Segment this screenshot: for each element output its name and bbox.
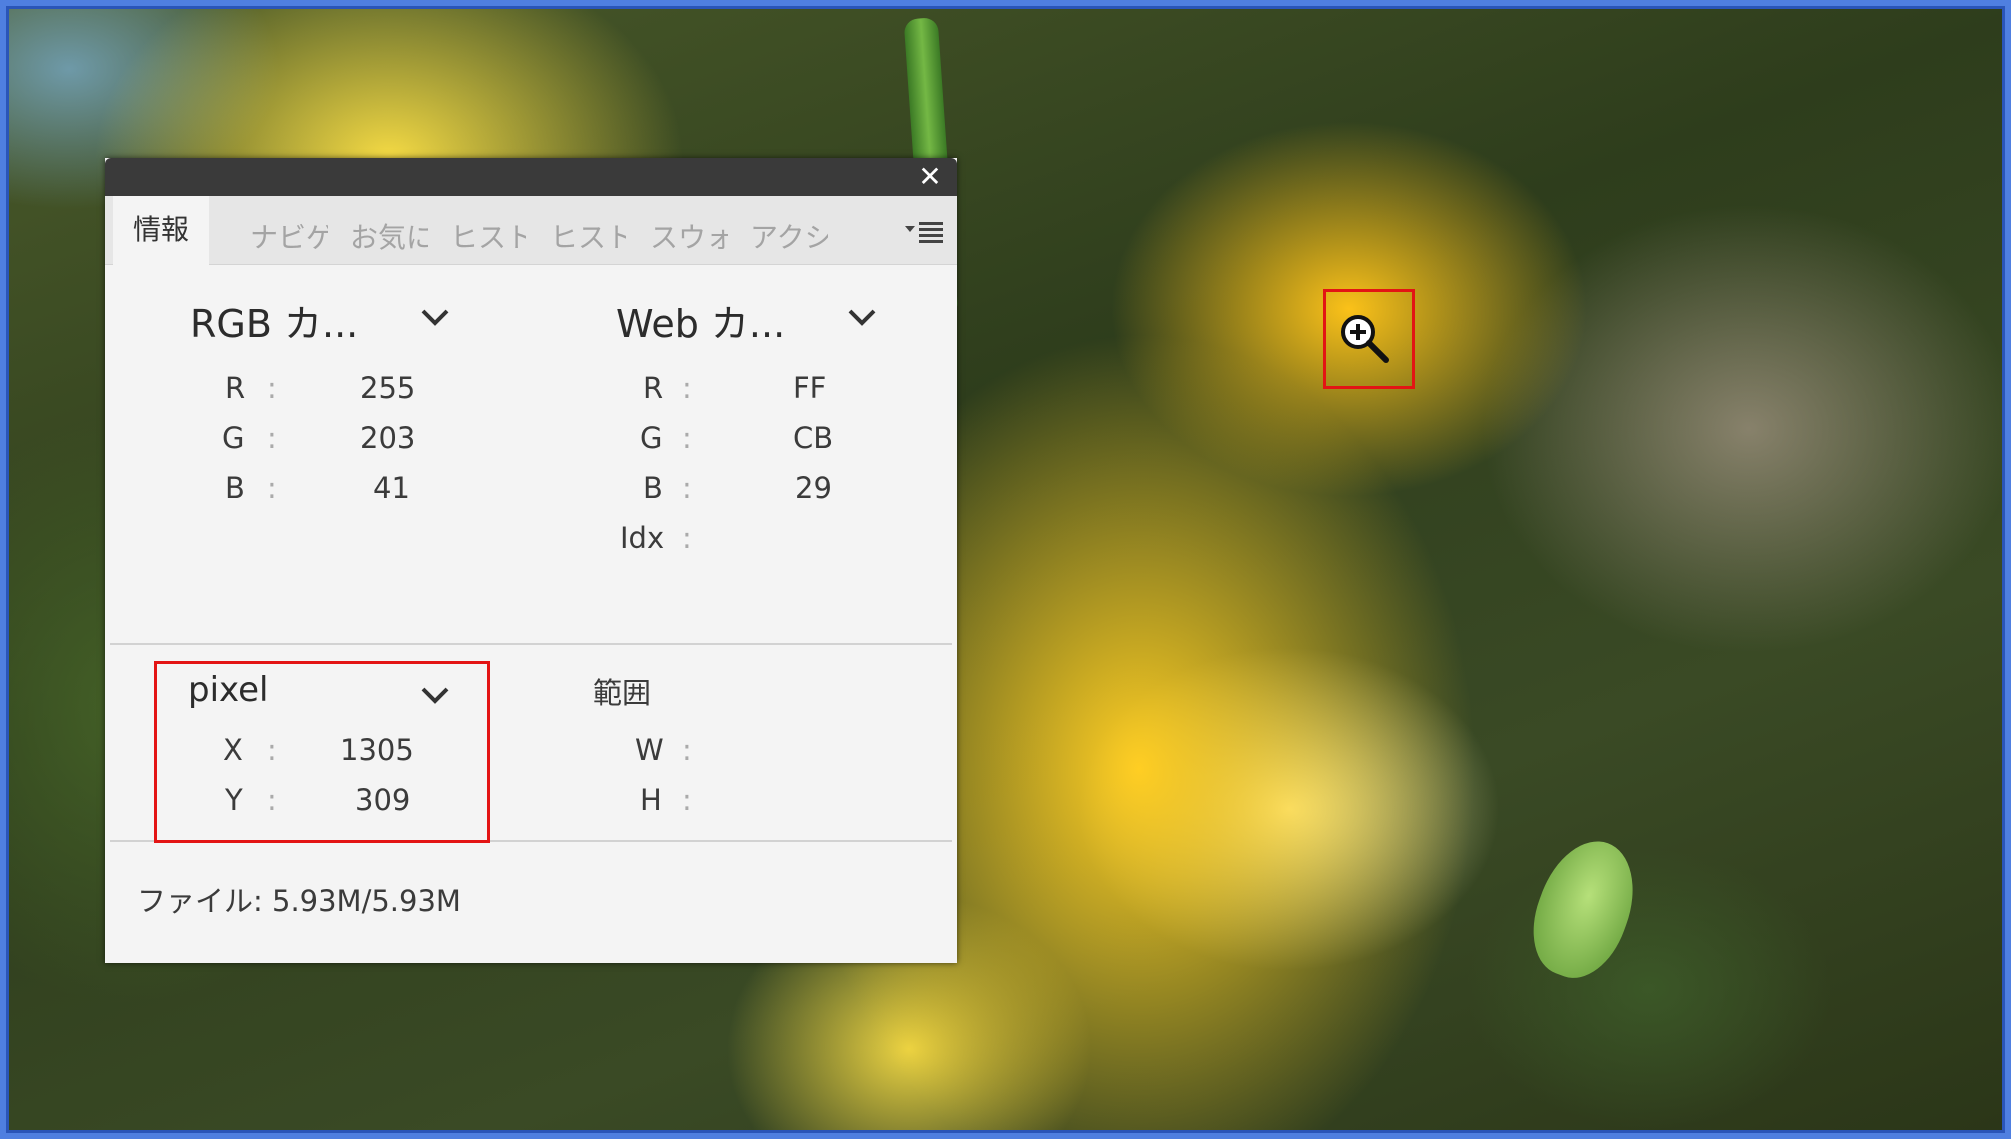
range-h-key: H xyxy=(640,783,662,817)
rgb-g-key: G xyxy=(222,421,245,455)
tab-favorites[interactable]: お気に xyxy=(350,216,428,256)
web-r-key: R xyxy=(643,371,664,405)
web-g-key: G xyxy=(640,421,663,455)
rgb-g-value: 203 xyxy=(360,421,416,455)
tab-swatches[interactable]: スウォ xyxy=(650,216,728,256)
rgb-b-sep: : xyxy=(267,471,277,505)
rgb-mode-label: RGB カ... xyxy=(190,302,359,346)
web-mode-label: Web カ... xyxy=(616,302,786,346)
panel-tabbar: 情報 ナビゲ お気に ヒスト ヒスト スウォ アクシ xyxy=(105,196,957,265)
chevron-down-icon[interactable] xyxy=(420,308,450,328)
panel-menu-icon[interactable] xyxy=(905,218,945,246)
web-idx-sep: : xyxy=(682,521,692,555)
tab-actions[interactable]: アクシ xyxy=(750,216,828,256)
range-w-key: W xyxy=(635,733,664,767)
web-g-value: CB xyxy=(793,421,834,455)
web-g-sep: : xyxy=(682,421,692,455)
range-label: 範囲 xyxy=(593,676,652,710)
rgb-r-sep: : xyxy=(267,371,277,405)
web-idx-key: Idx xyxy=(620,521,665,555)
range-h-sep: : xyxy=(682,783,692,817)
rgb-g-sep: : xyxy=(267,421,277,455)
tab-navigator[interactable]: ナビゲ xyxy=(250,216,328,256)
rgb-r-value: 255 xyxy=(360,371,416,405)
rgb-r-key: R xyxy=(225,371,246,405)
web-b-value: 29 xyxy=(795,471,832,505)
section-divider xyxy=(110,643,952,645)
tab-history[interactable]: ヒスト xyxy=(450,216,526,256)
file-size-info: ファイル: 5.93M/5.93M xyxy=(137,884,461,918)
rose-bud xyxy=(1517,827,1651,991)
panel-titlebar[interactable]: ✕ xyxy=(105,158,957,196)
close-icon[interactable]: ✕ xyxy=(915,162,945,192)
web-r-value: FF xyxy=(793,371,827,405)
tab-info[interactable]: 情報 xyxy=(113,196,210,265)
web-b-sep: : xyxy=(682,471,692,505)
web-b-key: B xyxy=(643,471,663,505)
chevron-down-icon[interactable] xyxy=(847,308,877,328)
tab-histogram[interactable]: ヒスト xyxy=(550,216,626,256)
pixel-coordinates-highlight xyxy=(154,661,490,843)
web-r-sep: : xyxy=(682,371,692,405)
zoom-in-icon xyxy=(1341,315,1389,363)
rgb-b-key: B xyxy=(225,471,245,505)
rgb-b-value: 41 xyxy=(373,471,410,505)
range-w-sep: : xyxy=(682,733,692,767)
